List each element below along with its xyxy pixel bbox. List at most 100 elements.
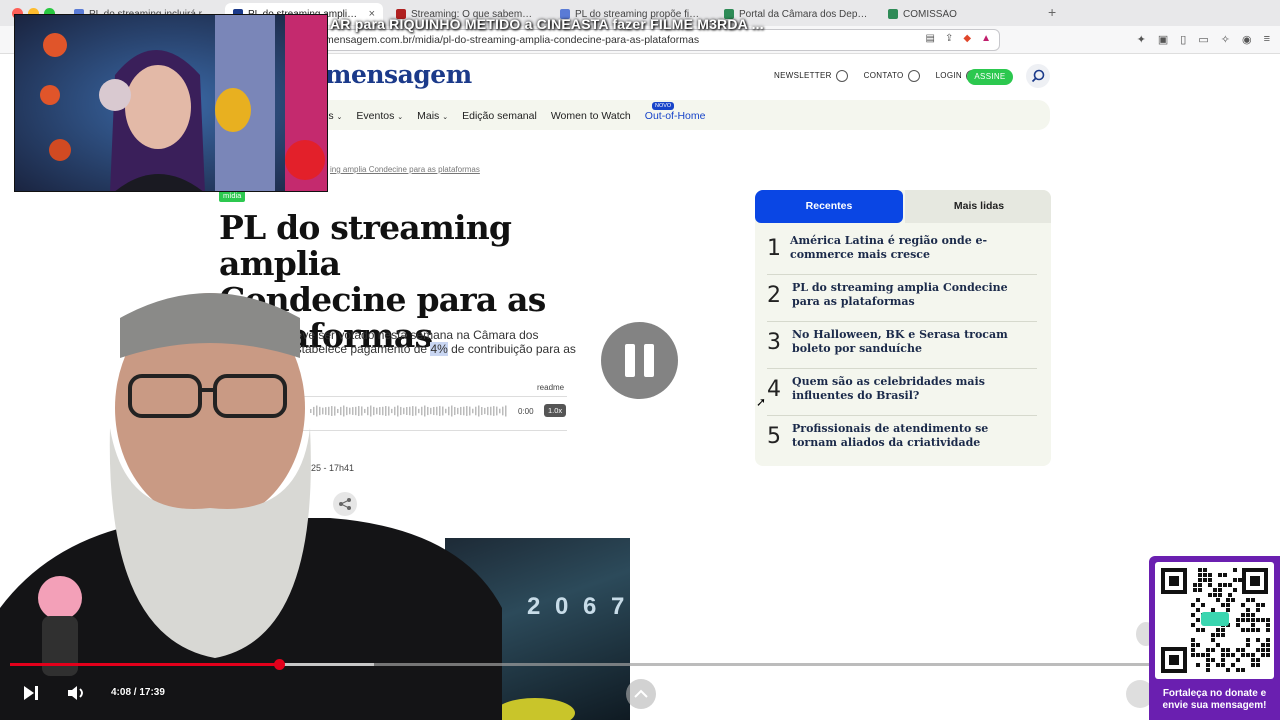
sidebar-toggle-icon[interactable]: ▯ bbox=[1180, 33, 1186, 46]
wallet-2-icon[interactable]: ▭ bbox=[1198, 33, 1208, 46]
new-tab-button[interactable]: + bbox=[1048, 4, 1056, 20]
brave-rewards-icon[interactable]: ▲ bbox=[981, 33, 991, 44]
qr-module bbox=[1261, 653, 1265, 657]
qr-module bbox=[1196, 663, 1200, 667]
chevron-down-icon: ⌄ bbox=[397, 114, 404, 121]
sidebar-item[interactable]: 4 Quem são as celebridades mais influent… bbox=[767, 369, 1037, 416]
tab-mais-lidas[interactable]: Mais lidas bbox=[905, 190, 1051, 223]
qr-module bbox=[1221, 633, 1225, 637]
qr-module bbox=[1223, 583, 1227, 587]
image-highlight bbox=[495, 698, 575, 720]
qr-module bbox=[1241, 648, 1245, 652]
nav-item-eventos[interactable]: Eventos ⌄ bbox=[356, 110, 403, 122]
subscribe-button[interactable]: ASSINE bbox=[967, 69, 1013, 85]
nav-item-truncated[interactable]: is ⌄ bbox=[326, 110, 342, 122]
qr-module bbox=[1256, 648, 1260, 652]
url-text: mensagem.com.br/midia/pl-do-streaming-am… bbox=[325, 34, 700, 46]
audio-time: 0:00 bbox=[518, 407, 534, 416]
nav-item-mais[interactable]: Mais ⌄ bbox=[417, 110, 448, 122]
qr-module bbox=[1236, 668, 1240, 672]
nav-label: Mais bbox=[417, 110, 440, 122]
qr-module bbox=[1196, 618, 1200, 622]
qr-module bbox=[1191, 613, 1195, 617]
qr-module bbox=[1241, 653, 1245, 657]
qr-module bbox=[1226, 608, 1230, 612]
qr-module bbox=[1201, 653, 1205, 657]
reader-mode-icon[interactable]: ▤ bbox=[926, 33, 935, 44]
pause-button[interactable] bbox=[601, 322, 678, 399]
qr-code-icon bbox=[1161, 568, 1270, 673]
sidebar-item[interactable]: 5 Profissionais de atendimento se tornam… bbox=[767, 416, 1037, 463]
nav-item-women-to-watch[interactable]: Women to Watch bbox=[551, 110, 631, 122]
search-button[interactable] bbox=[1026, 64, 1050, 88]
progress-scrubber[interactable] bbox=[274, 659, 286, 670]
qr-module bbox=[1246, 653, 1250, 657]
qr-module bbox=[1246, 638, 1250, 642]
qr-module bbox=[1246, 613, 1250, 617]
skip-next-icon[interactable] bbox=[22, 685, 42, 701]
qr-module bbox=[1216, 598, 1220, 602]
qr-module bbox=[1226, 653, 1230, 657]
nav-item-out-of-home[interactable]: Out-of-Home bbox=[645, 110, 706, 122]
qr-module bbox=[1218, 573, 1222, 577]
qr-module bbox=[1206, 653, 1210, 657]
qr-code bbox=[1155, 562, 1274, 679]
qr-module bbox=[1206, 668, 1210, 672]
qr-module bbox=[1218, 593, 1222, 597]
sidebar-item[interactable]: 1 América Latina é região onde e-commerc… bbox=[767, 228, 1037, 275]
qr-module bbox=[1211, 633, 1215, 637]
address-bar[interactable]: mensagem.com.br/midia/pl-do-streaming-am… bbox=[310, 29, 1000, 51]
newsletter-link[interactable]: NEWSLETTER bbox=[774, 70, 848, 82]
qr-module bbox=[1221, 628, 1225, 632]
qr-module bbox=[1218, 583, 1222, 587]
item-title: Profissionais de atendimento se tornam a… bbox=[792, 422, 989, 449]
qr-module bbox=[1198, 578, 1202, 582]
qr-module bbox=[1226, 668, 1230, 672]
qr-module bbox=[1246, 643, 1250, 647]
menu-icon[interactable]: ≡ bbox=[1264, 33, 1270, 46]
qr-module bbox=[1256, 628, 1260, 632]
qr-module bbox=[1231, 663, 1235, 667]
volume-icon[interactable] bbox=[67, 685, 87, 701]
qr-module bbox=[1238, 578, 1242, 582]
qr-module bbox=[1191, 638, 1195, 642]
scroll-top-button[interactable] bbox=[626, 679, 656, 709]
qr-module bbox=[1228, 583, 1232, 587]
readme-label[interactable]: readme bbox=[537, 383, 564, 392]
contato-link[interactable]: CONTATO bbox=[864, 70, 920, 82]
vpn-icon[interactable]: ◉ bbox=[1242, 33, 1252, 46]
pause-icon bbox=[644, 344, 654, 377]
wallet-icon[interactable]: ▣ bbox=[1158, 33, 1168, 46]
site-logo[interactable]: mensagem bbox=[325, 60, 472, 89]
qr-module bbox=[1191, 623, 1195, 627]
webcam-overlay-top bbox=[14, 14, 328, 192]
qr-module bbox=[1241, 628, 1245, 632]
qr-module bbox=[1226, 648, 1230, 652]
nav-label: Eventos bbox=[356, 110, 395, 122]
sidebar-item[interactable]: 3 No Halloween, BK e Serasa trocam bolet… bbox=[767, 322, 1037, 369]
extensions-icon[interactable]: ✦ bbox=[1137, 33, 1146, 46]
qr-module bbox=[1198, 588, 1202, 592]
qr-module bbox=[1208, 593, 1212, 597]
progress-played bbox=[10, 663, 280, 666]
qr-module bbox=[1266, 643, 1270, 647]
playback-speed-button[interactable]: 1.0x bbox=[544, 404, 567, 417]
qr-module bbox=[1201, 628, 1205, 632]
waveform-bar bbox=[502, 406, 504, 416]
qr-module bbox=[1213, 593, 1217, 597]
qr-module bbox=[1216, 628, 1220, 632]
qr-module bbox=[1251, 628, 1255, 632]
novo-badge: NOVO bbox=[652, 102, 675, 110]
sidebar-item[interactable]: 2 PL do streaming amplia Condecine para … bbox=[767, 275, 1037, 322]
tab-recentes[interactable]: Recentes bbox=[755, 190, 903, 223]
chevron-up-icon bbox=[634, 689, 648, 698]
browser-tab-6[interactable]: COMISSÃO bbox=[880, 3, 1040, 25]
brave-shield-icon[interactable]: ◆ bbox=[963, 33, 971, 44]
share-icon[interactable]: ⇪ bbox=[945, 33, 953, 44]
leo-ai-icon[interactable]: ✧ bbox=[1221, 33, 1230, 46]
breadcrumb[interactable]: ing amplia Condecine para as plataformas bbox=[330, 165, 480, 174]
nav-item-edicao-semanal[interactable]: Edição semanal bbox=[462, 110, 537, 122]
qr-module bbox=[1221, 653, 1225, 657]
qr-module bbox=[1221, 663, 1225, 667]
qr-module bbox=[1191, 603, 1195, 607]
